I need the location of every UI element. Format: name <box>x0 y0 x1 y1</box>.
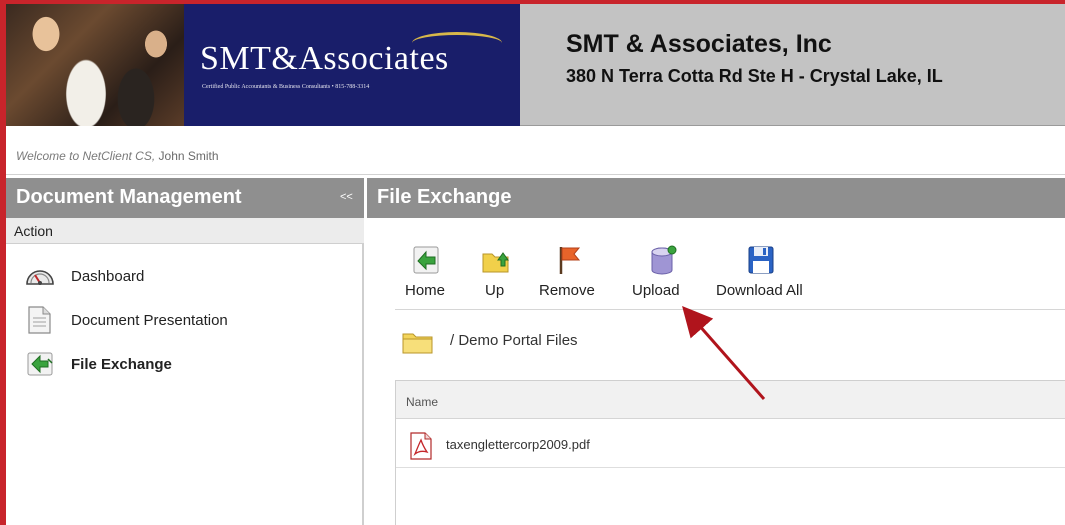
home-exchange-icon <box>413 246 439 274</box>
sidebar-item-label: Dashboard <box>71 268 145 285</box>
floppy-disk-icon <box>748 246 774 274</box>
file-exchange-panel: File Exchange Home Up Remove Upload Down… <box>367 178 1065 525</box>
toolbar-label: Upload <box>632 282 680 299</box>
document-management-panel: Document Management << Action Dashboard … <box>6 178 364 525</box>
toolbar-label: Home <box>405 282 446 299</box>
welcome-bar: Welcome to NetClient CS, John Smith <box>6 127 1065 175</box>
logo-text: SMT&Associates <box>200 40 449 77</box>
dashboard-gauge-icon <box>26 270 54 285</box>
welcome-prefix: Welcome to NetClient CS, <box>16 149 156 163</box>
company-logo[interactable]: SMT&Associates Certified Public Accounta… <box>184 4 520 126</box>
document-icon <box>28 306 51 334</box>
breadcrumb[interactable]: / Demo Portal Files <box>450 332 578 349</box>
logo-tagline: Certified Public Accountants & Business … <box>202 84 370 90</box>
toolbar-label: Remove <box>539 282 595 299</box>
main-header: File Exchange <box>367 178 1065 218</box>
file-grid: Name taxenglettercorp2009.pdf <box>395 380 1065 525</box>
action-label: Action <box>14 223 53 239</box>
sidebar-item-label: File Exchange <box>71 356 172 373</box>
toolbar-divider <box>395 309 1065 310</box>
header-photo <box>6 4 184 126</box>
toolbar-label: Up <box>485 282 505 299</box>
sidebar-item-document-presentation[interactable]: Document Presentation <box>24 306 344 334</box>
grid-header: Name <box>396 381 1065 419</box>
company-name: SMT & Associates, Inc <box>566 30 832 58</box>
page-title: File Exchange <box>377 186 512 208</box>
pdf-icon <box>410 432 432 460</box>
file-name-link[interactable]: taxenglettercorp2009.pdf <box>446 437 590 452</box>
action-section-header: Action <box>6 218 364 244</box>
sidebar-item-dashboard[interactable]: Dashboard <box>24 262 344 290</box>
folder-icon <box>402 333 433 354</box>
sidebar-item-label: Document Presentation <box>71 312 228 329</box>
file-exchange-icon <box>27 352 53 376</box>
toolbar-label: Download All <box>716 282 803 299</box>
toolbar-upload-button[interactable]: Upload <box>632 244 694 304</box>
flag-remove-icon <box>559 247 581 274</box>
toolbar-up-button[interactable]: Up <box>482 244 513 304</box>
welcome-user: John Smith <box>158 149 219 163</box>
welcome-message: Welcome to NetClient CS, John Smith <box>16 149 219 163</box>
upload-cylinder-icon <box>651 245 677 275</box>
sidebar-item-file-exchange[interactable]: File Exchange <box>24 350 344 378</box>
panel-header: Document Management << <box>6 178 364 218</box>
toolbar-home-button[interactable]: Home <box>405 244 455 304</box>
collapse-panel-button[interactable]: << <box>340 191 353 203</box>
column-header-name[interactable]: Name <box>406 395 438 409</box>
table-row[interactable]: taxenglettercorp2009.pdf <box>396 420 1065 468</box>
company-address: 380 N Terra Cotta Rd Ste H - Crystal Lak… <box>566 66 943 86</box>
panel-title: Document Management <box>16 186 242 208</box>
site-header: SMT&Associates Certified Public Accounta… <box>6 4 1065 126</box>
toolbar-remove-button[interactable]: Remove <box>539 244 609 304</box>
folder-up-icon <box>482 252 509 273</box>
toolbar-download-all-button[interactable]: Download All <box>716 244 826 304</box>
